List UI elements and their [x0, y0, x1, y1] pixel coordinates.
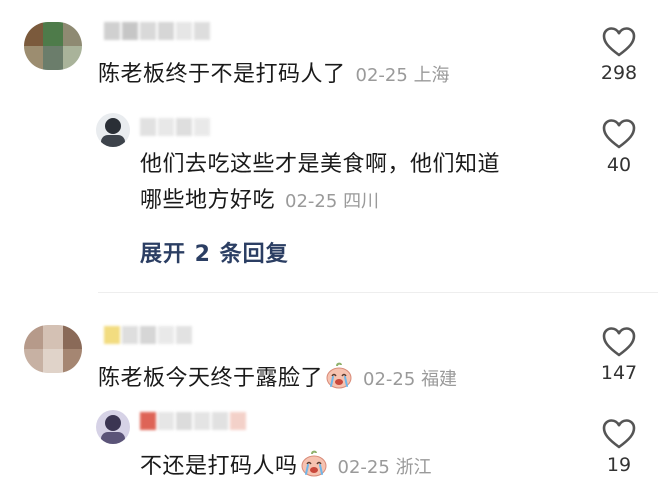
- reply-text-line-1: 他们去吃这些才是美食啊，他们知道: [140, 152, 501, 177]
- comment-date: 02-25: [355, 65, 408, 86]
- comment-location: 福建: [421, 369, 458, 390]
- reply-body: 不还是打码人吗 02-25 浙江: [140, 450, 432, 483]
- reply-like-count: 19: [606, 454, 632, 476]
- like-button[interactable]: 147: [589, 326, 649, 384]
- comment-location: 上海: [413, 65, 450, 86]
- reply-text: 不还是打码人吗: [140, 454, 298, 479]
- username[interactable]: [104, 326, 192, 346]
- reply-date: 02-25: [337, 457, 390, 478]
- comment-date: 02-25: [363, 369, 416, 390]
- reply-location: 浙江: [395, 457, 432, 478]
- expand-replies-link[interactable]: 展开 2 条回复: [140, 236, 289, 268]
- reply-date: 02-25: [285, 191, 338, 212]
- heart-outline-icon: [602, 119, 636, 149]
- reply-text-line-2: 哪些地方好吃: [140, 188, 276, 213]
- reply-body: 他们去吃这些才是美食啊，他们知道 哪些地方好吃 02-25 四川: [140, 150, 500, 217]
- crying-face-emoji: [301, 450, 327, 477]
- heart-outline-icon: [602, 327, 636, 357]
- reply-avatar[interactable]: [96, 113, 130, 147]
- avatar[interactable]: [24, 22, 82, 70]
- comment-text: 陈老板终于不是打码人了: [98, 62, 346, 87]
- reply-like-count: 40: [606, 154, 632, 176]
- like-count: 147: [600, 362, 638, 384]
- comment-body: 陈老板今天终于露脸了 02-25 福建: [98, 362, 457, 395]
- like-count: 298: [600, 62, 638, 84]
- heart-outline-icon: [602, 27, 636, 57]
- reply-username[interactable]: [140, 118, 210, 138]
- reply-like-button[interactable]: 40: [589, 118, 649, 176]
- avatar[interactable]: [24, 325, 82, 373]
- reply-avatar-image: [96, 410, 130, 444]
- divider: [98, 292, 658, 293]
- comment-body: 陈老板终于不是打码人了 02-25 上海: [98, 60, 450, 91]
- crying-face-emoji: [326, 362, 352, 389]
- reply-avatar-image: [96, 113, 130, 147]
- heart-outline-icon: [602, 419, 636, 449]
- reply-username[interactable]: [140, 412, 246, 432]
- reply-location: 四川: [343, 191, 380, 212]
- comment-text: 陈老板今天终于露脸了: [98, 366, 324, 391]
- like-button[interactable]: 298: [589, 26, 649, 84]
- reply-like-button[interactable]: 19: [589, 418, 649, 476]
- username[interactable]: [104, 22, 210, 42]
- reply-avatar[interactable]: [96, 410, 130, 444]
